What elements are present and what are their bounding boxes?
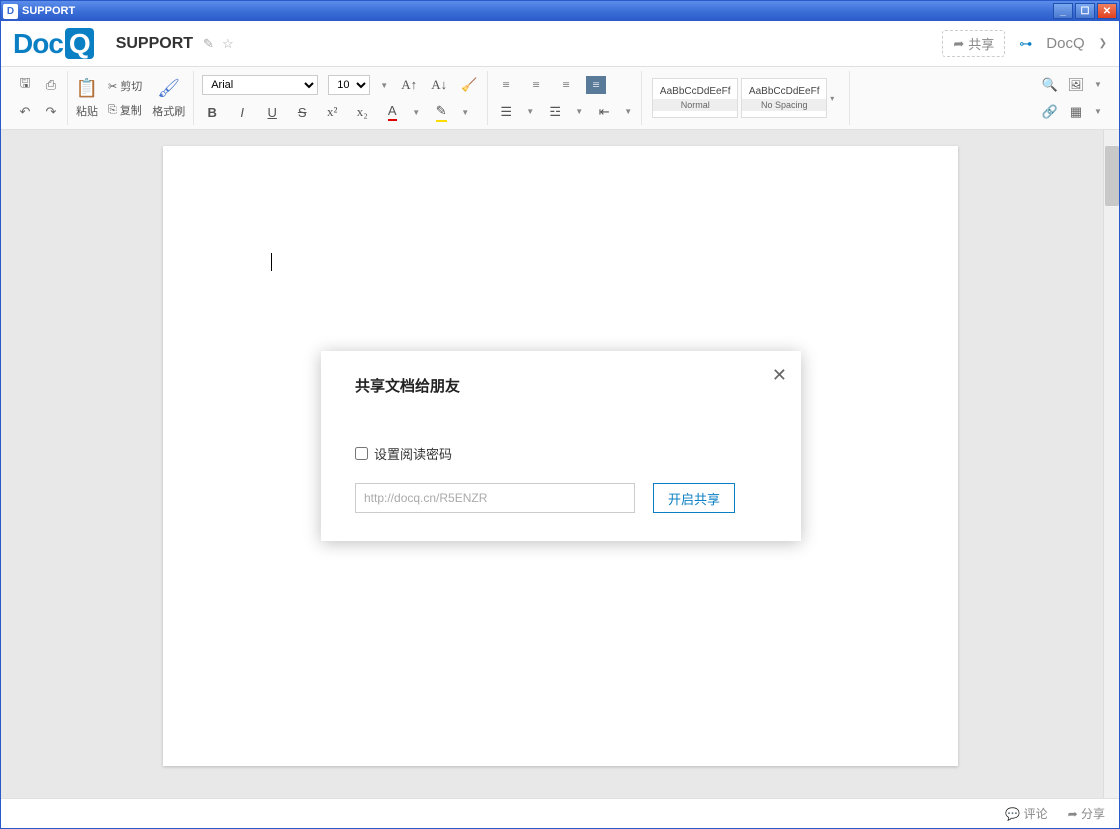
copy-icon: ⎘ <box>108 104 117 117</box>
paste-label: 粘贴 <box>76 103 98 119</box>
maximize-button[interactable]: ☐ <box>1075 3 1095 19</box>
cut-button[interactable]: ✂剪切 <box>108 78 142 94</box>
paste-button[interactable]: 📋 粘贴 <box>76 78 98 119</box>
share-modal: ✕ 共享文档给朋友 设置阅读密码 开启共享 <box>321 351 801 541</box>
font-name-select[interactable]: Arial <box>202 75 318 95</box>
style-normal[interactable]: AaBbCcDdEeFf Normal <box>652 78 738 118</box>
logo: DocQ <box>13 28 94 60</box>
start-share-button[interactable]: 开启共享 <box>653 483 735 513</box>
image-icon[interactable]: 🖼 <box>1068 77 1084 93</box>
bold-button[interactable]: B <box>202 103 222 121</box>
password-checkbox-row[interactable]: 设置阅读密码 <box>355 444 767 463</box>
minimize-button[interactable]: _ <box>1053 3 1073 19</box>
find-icon[interactable]: 🔍 <box>1042 77 1058 93</box>
close-button[interactable]: ✕ <box>1097 3 1117 19</box>
cut-icon: ✂ <box>108 80 117 93</box>
window-title: SUPPORT <box>22 5 75 17</box>
scrollbar-thumb[interactable] <box>1105 146 1119 206</box>
align-justify-icon[interactable]: ≡ <box>586 76 606 94</box>
copy-button[interactable]: ⎘复制 <box>108 102 142 118</box>
underline-button[interactable]: U <box>262 103 282 121</box>
styles-gallery: AaBbCcDdEeFf Normal AaBbCcDdEeFf No Spac… <box>650 76 841 120</box>
styles-more-icon[interactable]: ▾ <box>830 94 839 103</box>
save-icon[interactable]: 🖫 <box>17 77 33 93</box>
align-right-icon[interactable]: ≡ <box>556 76 576 94</box>
style-nospacing-label: No Spacing <box>742 99 826 111</box>
app: DocQ SUPPORT ✎ ☆ ➦ 共享 ⊶ DocQ ❯ 🖫 <box>1 21 1119 828</box>
link-icon[interactable]: ⊶ <box>1019 36 1032 52</box>
format-painter-label: 格式刷 <box>152 103 185 119</box>
star-icon[interactable]: ☆ <box>222 36 234 52</box>
paste-icon: 📋 <box>76 78 98 100</box>
toolbar: 🖫 ⎙ ↶ ↷ 📋 粘贴 ✂剪切 ⎘复制 🖌 <box>1 67 1119 130</box>
font-color-button[interactable]: A <box>382 103 402 121</box>
style-nospacing[interactable]: AaBbCcDdEeFf No Spacing <box>741 78 827 118</box>
share-url-input[interactable] <box>355 483 635 513</box>
cut-label: 剪切 <box>120 78 142 94</box>
style-sample: AaBbCcDdEeFf <box>660 86 731 97</box>
outdent-icon[interactable]: ⇤ <box>594 103 614 121</box>
number-drop-icon[interactable]: ▼ <box>575 107 584 116</box>
comment-label: 评论 <box>1024 807 1048 821</box>
indent-drop-icon[interactable]: ▼ <box>624 107 633 116</box>
vertical-scrollbar[interactable] <box>1103 130 1119 798</box>
comment-button[interactable]: 💬 评论 <box>1005 805 1047 822</box>
align-left-icon[interactable]: ≡ <box>496 76 516 94</box>
copy-label: 复制 <box>120 102 142 118</box>
image-drop-icon[interactable]: ▼ <box>1094 80 1103 89</box>
subscript-button[interactable]: x₂ <box>352 103 372 121</box>
modal-title: 共享文档给朋友 <box>355 375 767 396</box>
format-painter-button[interactable]: 🖌 格式刷 <box>152 78 185 119</box>
edit-title-icon[interactable]: ✎ <box>203 36 214 52</box>
font-dropdown-icon[interactable]: ▼ <box>380 81 389 90</box>
window: D SUPPORT _ ☐ ✕ DocQ SUPPORT ✎ ☆ ➦ 共享 ⊶ <box>0 0 1120 829</box>
align-center-icon[interactable]: ≡ <box>526 76 546 94</box>
titlebar: D SUPPORT _ ☐ ✕ <box>1 1 1119 21</box>
style-sample: AaBbCcDdEeFf <box>749 86 820 97</box>
share-status-label: 分享 <box>1081 807 1105 821</box>
statusbar: 💬 评论 ➦ 分享 <box>1 798 1119 828</box>
highlight-button[interactable]: ✎ <box>431 103 451 121</box>
user-menu-chevron-icon[interactable]: ❯ <box>1099 38 1107 49</box>
strike-button[interactable]: S <box>292 103 312 121</box>
header: DocQ SUPPORT ✎ ☆ ➦ 共享 ⊶ DocQ ❯ <box>1 21 1119 67</box>
password-checkbox-label: 设置阅读密码 <box>374 444 452 463</box>
share-button[interactable]: ➦ 共享 <box>942 30 1005 57</box>
password-checkbox[interactable] <box>355 447 368 460</box>
table-icon[interactable]: ▦ <box>1068 104 1084 120</box>
redo-icon[interactable]: ↷ <box>43 104 59 120</box>
table-drop-icon[interactable]: ▼ <box>1094 107 1103 116</box>
style-normal-label: Normal <box>653 99 737 111</box>
user-name[interactable]: DocQ <box>1046 35 1084 52</box>
font-color-drop-icon[interactable]: ▼ <box>412 108 421 117</box>
logo-text: Doc <box>13 28 63 59</box>
bullet-list-icon[interactable]: ☰ <box>496 103 516 121</box>
brush-icon: 🖌 <box>158 78 180 100</box>
share-label: 共享 <box>968 34 994 53</box>
app-icon: D <box>3 4 18 19</box>
italic-button[interactable]: I <box>232 103 252 121</box>
text-cursor <box>271 253 272 271</box>
bullet-drop-icon[interactable]: ▼ <box>526 107 535 116</box>
grow-font-icon[interactable]: A↑ <box>399 76 419 94</box>
logo-q: Q <box>65 28 94 59</box>
document-title: SUPPORT <box>116 35 193 53</box>
number-list-icon[interactable]: ☲ <box>545 103 565 121</box>
superscript-button[interactable]: x² <box>322 103 342 121</box>
font-size-select[interactable]: 10.5 <box>328 75 370 95</box>
undo-icon[interactable]: ↶ <box>17 104 33 120</box>
link-insert-icon[interactable]: 🔗 <box>1042 104 1058 120</box>
highlight-drop-icon[interactable]: ▼ <box>461 108 470 117</box>
shrink-font-icon[interactable]: A↓ <box>429 76 449 94</box>
modal-close-icon[interactable]: ✕ <box>772 365 787 386</box>
share-status-button[interactable]: ➦ 分享 <box>1068 805 1105 822</box>
print-icon[interactable]: ⎙ <box>43 77 59 93</box>
clear-format-icon[interactable]: 🧹 <box>459 76 479 94</box>
share-arrow-icon: ➦ <box>953 36 964 52</box>
